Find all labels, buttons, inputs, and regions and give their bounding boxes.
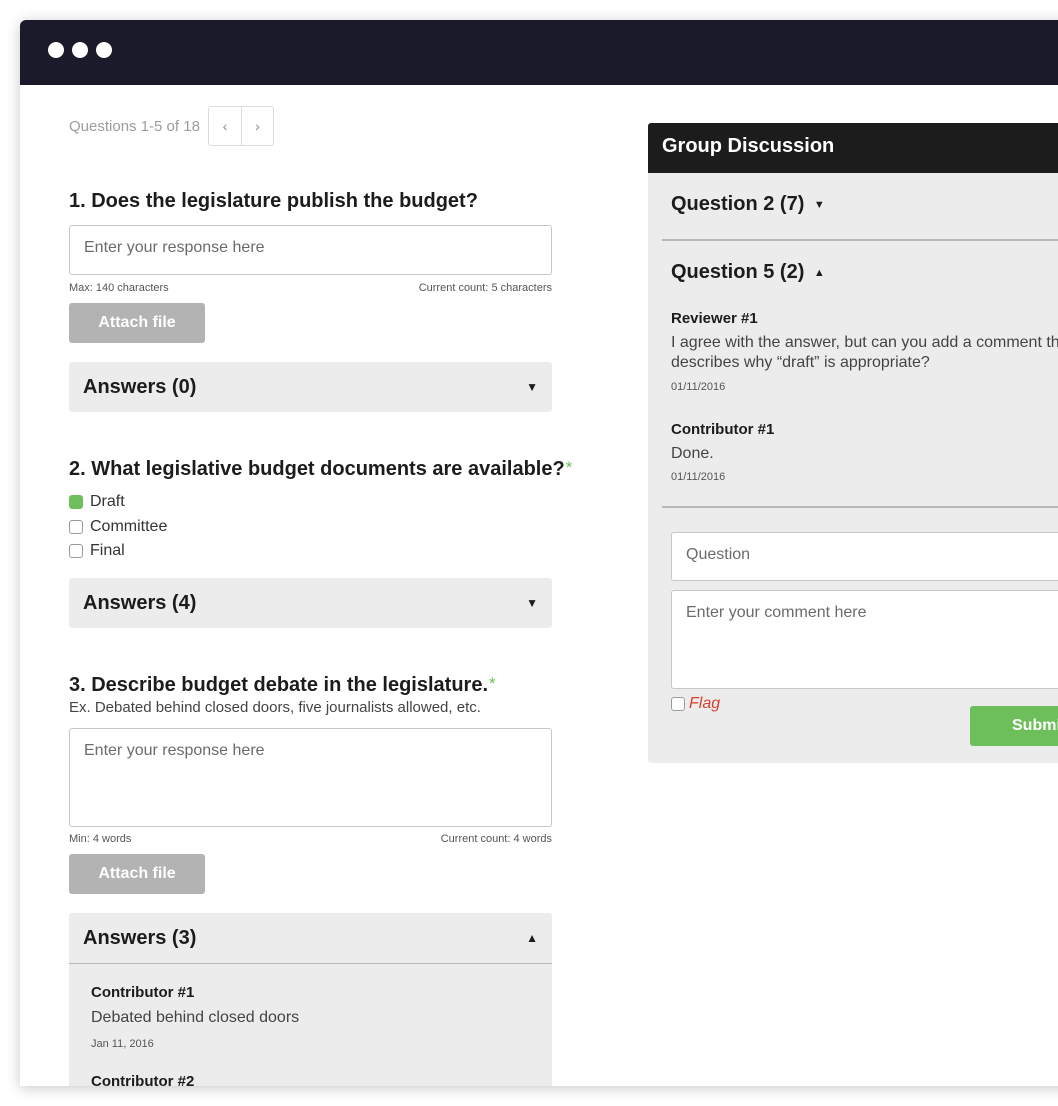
question-2-answers-toggle[interactable]: Answers (4) ▼ bbox=[69, 578, 552, 628]
divider bbox=[662, 506, 1058, 508]
question-3-attach-button[interactable]: Attach file bbox=[69, 854, 205, 894]
checkbox-label: Draft bbox=[90, 493, 125, 510]
window-dot-icon[interactable] bbox=[96, 42, 112, 58]
question-3-response-textarea[interactable]: Enter your response here bbox=[69, 728, 552, 827]
question-3-min-label: Min: 4 words bbox=[69, 833, 132, 845]
checkbox-icon[interactable] bbox=[69, 544, 83, 558]
question-3-meta: Min: 4 words Current count: 4 words bbox=[69, 833, 552, 845]
flag-label: Flag bbox=[689, 695, 721, 712]
question-select[interactable]: Question bbox=[671, 532, 1058, 581]
caret-up-icon: ▲ bbox=[526, 931, 538, 945]
answer-author: Contributor #2 bbox=[91, 1073, 195, 1086]
checkbox-label: Committee bbox=[90, 518, 168, 535]
window-dot-icon[interactable] bbox=[72, 42, 88, 58]
answer-author: Contributor #1 bbox=[91, 984, 195, 1001]
window-titlebar bbox=[20, 20, 1058, 85]
pagination: Questions 1-5 of 18 ‹ › bbox=[69, 106, 274, 146]
caret-up-icon: ▲ bbox=[813, 266, 825, 279]
discussion-question-5-toggle[interactable]: Question 5 (2) ▲ bbox=[671, 261, 825, 284]
discussion-title: Group Discussion bbox=[648, 123, 1058, 173]
question-1-meta: Max: 140 characters Current count: 5 cha… bbox=[69, 282, 552, 294]
caret-down-icon: ▼ bbox=[526, 380, 538, 394]
flag-checkbox[interactable]: Flag bbox=[671, 695, 720, 713]
comment-text: Done. bbox=[671, 445, 714, 462]
question-3-answers-list: Contributor #1 Debated behind closed doo… bbox=[69, 964, 552, 1086]
divider bbox=[662, 239, 1058, 241]
comment-date: 01/11/2016 bbox=[671, 381, 726, 393]
comment-text: I agree with the answer, but can you add… bbox=[671, 334, 1058, 371]
question-3-hint: Ex. Debated behind closed doors, five jo… bbox=[69, 699, 481, 716]
comment-textarea[interactable]: Enter your comment here bbox=[671, 590, 1058, 689]
required-asterisk: * bbox=[565, 458, 573, 477]
required-asterisk: * bbox=[489, 674, 496, 693]
checkbox-icon[interactable] bbox=[69, 520, 83, 534]
caret-down-icon: ▼ bbox=[813, 198, 825, 211]
question-1-title: 1. Does the legislature publish the budg… bbox=[69, 190, 478, 212]
question-1-attach-button[interactable]: Attach file bbox=[69, 303, 205, 343]
checkbox-checked-icon[interactable] bbox=[69, 495, 83, 509]
question-1-max-label: Max: 140 characters bbox=[69, 282, 169, 294]
answer-text: Debated behind closed doors bbox=[91, 1009, 300, 1026]
submit-button[interactable]: Submit bbox=[970, 706, 1058, 746]
question-1-response-input[interactable]: Enter your response here bbox=[69, 225, 552, 275]
question-2-title-text: 2. What legislative budget documents are… bbox=[69, 458, 565, 480]
window-dot-icon[interactable] bbox=[48, 42, 64, 58]
pagination-buttons: ‹ › bbox=[207, 106, 274, 146]
group-discussion-panel: Group Discussion Question 2 (7) ▼ Questi… bbox=[648, 123, 1058, 763]
question-3-count-label: Current count: 4 words bbox=[440, 833, 552, 845]
comment-author: Contributor #1 bbox=[671, 421, 775, 438]
question-3-answers-toggle[interactable]: Answers (3) ▲ bbox=[69, 913, 552, 965]
checkbox-icon[interactable] bbox=[671, 697, 685, 711]
chevron-right-icon[interactable]: › bbox=[240, 107, 273, 145]
question-1-count-label: Current count: 5 characters bbox=[418, 282, 552, 294]
answer-date: Jan 11, 2016 bbox=[91, 1038, 154, 1050]
checkbox-draft[interactable]: Draft bbox=[69, 493, 125, 511]
question-1-answers-toggle[interactable]: Answers (0) ▼ bbox=[69, 362, 552, 412]
answers-label: Answers (3) bbox=[83, 926, 197, 949]
discussion-question-label: Question 2 (7) bbox=[671, 193, 805, 215]
answers-label: Answers (0) bbox=[83, 375, 197, 398]
answers-label: Answers (4) bbox=[83, 591, 197, 614]
checkbox-committee[interactable]: Committee bbox=[69, 518, 167, 536]
caret-down-icon: ▼ bbox=[526, 596, 538, 610]
question-2-title: 2. What legislative budget documents are… bbox=[69, 458, 572, 481]
checkbox-label: Final bbox=[90, 542, 125, 559]
discussion-question-label: Question 5 (2) bbox=[671, 261, 805, 283]
question-3-title-text: 3. Describe budget debate in the legisla… bbox=[69, 674, 488, 696]
comment-author: Reviewer #1 bbox=[671, 310, 758, 327]
chevron-left-icon[interactable]: ‹ bbox=[209, 107, 241, 145]
comment-date: 01/11/2016 bbox=[671, 471, 726, 483]
browser-window: Questions 1-5 of 18 ‹ › 1. Does the legi… bbox=[20, 20, 1058, 1086]
question-3-title: 3. Describe budget debate in the legisla… bbox=[69, 674, 496, 697]
discussion-question-2-toggle[interactable]: Question 2 (7) ▼ bbox=[671, 193, 825, 216]
checkbox-final[interactable]: Final bbox=[69, 542, 125, 560]
pagination-label: Questions 1-5 of 18 bbox=[69, 117, 200, 135]
